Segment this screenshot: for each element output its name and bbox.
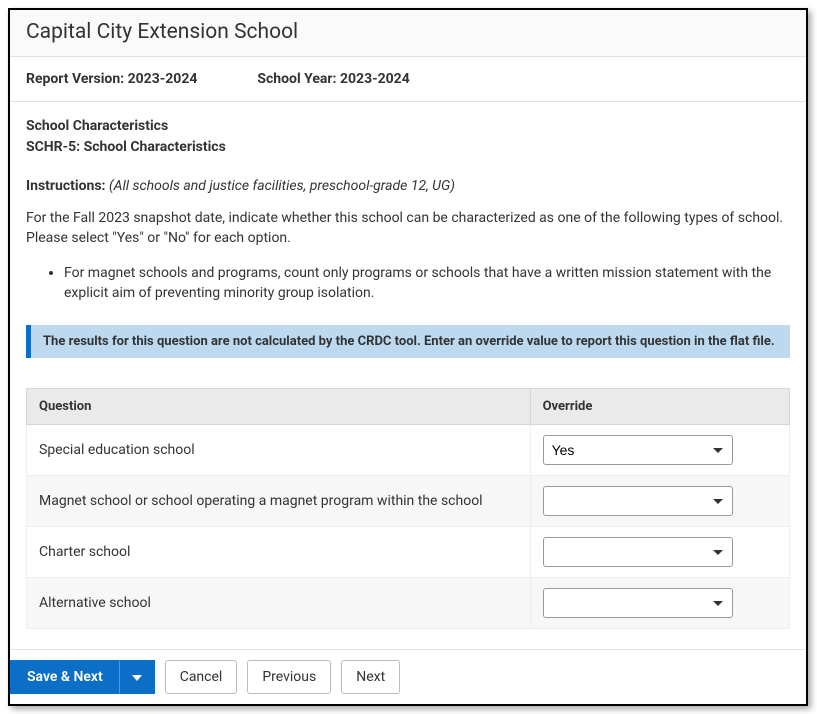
override-select-wrap: YesNo [543, 588, 733, 618]
school-year: School Year: 2023-2024 [257, 71, 409, 87]
save-next-button[interactable]: Save & Next [10, 660, 119, 694]
notice-banner: The results for this question are not ca… [26, 325, 790, 358]
override-select-wrap: YesNo [543, 435, 733, 465]
next-button[interactable]: Next [341, 660, 400, 694]
instructions-line: Instructions: (All schools and justice f… [26, 178, 790, 194]
override-select[interactable]: YesNo [543, 588, 733, 618]
override-table-body: Special education school YesNo Magnet sc… [27, 425, 790, 629]
page-container: Capital City Extension School Report Ver… [8, 8, 808, 706]
table-row: Charter school YesNo [27, 527, 790, 578]
report-version-value: 2023-2024 [128, 71, 198, 87]
save-next-group: Save & Next [10, 660, 155, 694]
col-header-override: Override [530, 389, 789, 425]
question-cell: Alternative school [27, 578, 531, 629]
override-cell: YesNo [530, 425, 789, 476]
instructions-body: For the Fall 2023 snapshot date, indicat… [26, 208, 790, 249]
cancel-button[interactable]: Cancel [165, 660, 238, 694]
previous-button[interactable]: Previous [247, 660, 331, 694]
chevron-down-icon [132, 669, 142, 685]
table-row: Magnet school or school operating a magn… [27, 476, 790, 527]
override-select[interactable]: YesNo [543, 486, 733, 516]
school-year-label: School Year: [257, 71, 336, 87]
override-select[interactable]: YesNo [543, 435, 733, 465]
table-row: Alternative school YesNo [27, 578, 790, 629]
instruction-bullet: For magnet schools and programs, count o… [64, 263, 790, 304]
report-version-label: Report Version: [26, 71, 124, 87]
header: Capital City Extension School [10, 10, 806, 57]
override-select-wrap: YesNo [543, 537, 733, 567]
override-table: Question Override Special education scho… [26, 388, 790, 629]
instructions-scope: (All schools and justice facilities, pre… [109, 178, 455, 194]
school-title: Capital City Extension School [26, 20, 790, 44]
instructions-bullets: For magnet schools and programs, count o… [64, 263, 790, 304]
col-header-question: Question [27, 389, 531, 425]
question-cell: Special education school [27, 425, 531, 476]
meta-row: Report Version: 2023-2024 School Year: 2… [10, 57, 806, 102]
question-cell: Magnet school or school operating a magn… [27, 476, 531, 527]
override-cell: YesNo [530, 578, 789, 629]
override-cell: YesNo [530, 476, 789, 527]
override-cell: YesNo [530, 527, 789, 578]
override-select[interactable]: YesNo [543, 537, 733, 567]
question-cell: Charter school [27, 527, 531, 578]
save-next-dropdown-button[interactable] [119, 660, 155, 694]
section-group: School Characteristics [26, 116, 790, 137]
school-year-value: 2023-2024 [340, 71, 410, 87]
content: School Characteristics SCHR-5: School Ch… [10, 102, 806, 649]
section-code-title: SCHR-5: School Characteristics [26, 137, 790, 158]
footer-bar: Save & Next Cancel Previous Next [10, 649, 806, 704]
instructions-label: Instructions: [26, 178, 105, 194]
override-select-wrap: YesNo [543, 486, 733, 516]
report-version: Report Version: 2023-2024 [26, 71, 197, 87]
table-row: Special education school YesNo [27, 425, 790, 476]
